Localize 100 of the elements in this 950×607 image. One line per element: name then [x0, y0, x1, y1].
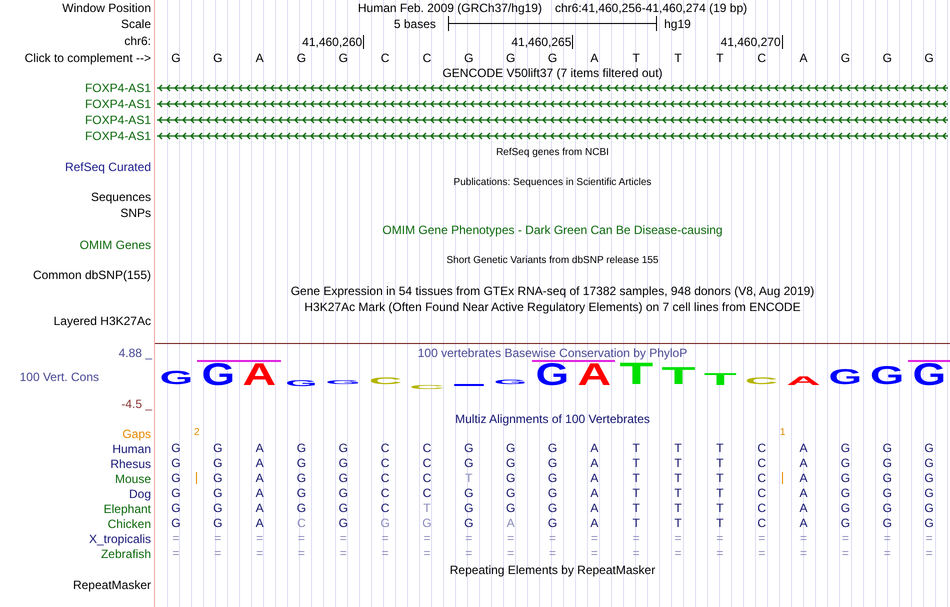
- aligned-base: T: [716, 471, 724, 485]
- logo-letter: G: [536, 363, 570, 386]
- aligned-base: T: [632, 516, 640, 530]
- aligned-base: A: [590, 456, 598, 470]
- base-letter: G: [840, 50, 850, 64]
- track-title: H3K27Ac Mark (Often Found Near Active Regulatory Elements) on 7 cell lines from ENCODE: [304, 300, 801, 314]
- position-range: chr6:41,460,256-41,460,274 (19 bp): [554, 0, 748, 14]
- base-letter: C: [380, 50, 390, 64]
- aligned-base: =: [507, 546, 514, 560]
- aligned-base: T: [465, 471, 472, 485]
- base-letter: T: [632, 50, 640, 64]
- aligned-base: =: [548, 531, 556, 545]
- aligned-base: G: [338, 486, 348, 500]
- aligned-base: G: [924, 456, 934, 470]
- aligned-base: =: [674, 531, 682, 545]
- aligned-base: =: [340, 546, 347, 560]
- aligned-base: A: [800, 471, 808, 485]
- aligned-base: G: [840, 441, 850, 455]
- aligned-base: G: [506, 486, 516, 500]
- aligned-base: G: [296, 501, 306, 515]
- logo-letter: A: [242, 363, 276, 386]
- aligned-base: G: [548, 441, 558, 455]
- aligned-base: G: [296, 456, 306, 470]
- base-letter: G: [338, 50, 348, 64]
- aligned-base: C: [380, 501, 390, 515]
- aligned-base: =: [926, 531, 933, 545]
- aligned-base: =: [716, 546, 724, 560]
- aligned-base: A: [590, 501, 598, 515]
- row-label: Window Position: [62, 0, 151, 14]
- aligned-base: G: [840, 501, 850, 515]
- track-label: Layered H3K27Ac: [54, 314, 151, 328]
- aligned-base: =: [465, 531, 472, 545]
- gene-label: FOXP4-AS1: [84, 113, 151, 127]
- aligned-base: G: [840, 456, 850, 470]
- aligned-base: C: [422, 456, 432, 470]
- aligned-base: A: [506, 516, 515, 530]
- aligned-base: G: [882, 456, 892, 470]
- aligned-base: T: [632, 441, 640, 455]
- axis-label: 4.88 _: [118, 346, 152, 360]
- gene-label: FOXP4-AS1: [84, 81, 151, 95]
- base-letter: C: [422, 50, 432, 64]
- complement-link[interactable]: Click to complement -->: [24, 50, 151, 64]
- row-label: Scale: [120, 16, 151, 30]
- aligned-base: G: [882, 486, 892, 500]
- aligned-base: =: [758, 546, 766, 560]
- track-title: Short Genetic Variants from dbSNP release 155: [446, 254, 658, 268]
- row-label: chr6:: [124, 34, 151, 48]
- track-label: Common dbSNP(155): [32, 268, 151, 282]
- aligned-base: A: [256, 441, 264, 455]
- gene-feature[interactable]: [155, 98, 950, 110]
- aligned-base: G: [548, 471, 558, 485]
- aligned-base: G: [213, 471, 222, 485]
- aligned-base: =: [298, 546, 305, 560]
- logo-letter: G: [285, 380, 318, 386]
- aligned-base: G: [548, 516, 558, 530]
- aligned-base: =: [590, 546, 598, 560]
- gene-feature[interactable]: [155, 82, 950, 94]
- aligned-base: G: [464, 486, 474, 500]
- aligned-base: G: [213, 501, 222, 515]
- base-letter: C: [757, 50, 766, 64]
- species-label: Rhesus: [110, 456, 151, 470]
- aligned-base: =: [172, 531, 180, 545]
- aligned-base: C: [297, 516, 306, 530]
- track-label: Sequences: [90, 190, 151, 204]
- assembly-label: hg19: [664, 16, 691, 30]
- aligned-base: =: [926, 546, 933, 560]
- gene-feature[interactable]: [155, 114, 950, 126]
- species-label: Mouse: [114, 472, 151, 486]
- aligned-base: G: [548, 456, 558, 470]
- aligned-base: G: [338, 471, 348, 485]
- aligned-base: T: [674, 471, 682, 485]
- aligned-base: G: [464, 441, 474, 455]
- base-letter: G: [506, 50, 516, 64]
- aligned-base: T: [674, 501, 682, 515]
- aligned-base: T: [716, 501, 724, 515]
- aligned-base: G: [422, 516, 432, 530]
- aligned-base: =: [674, 546, 682, 560]
- aligned-base: =: [507, 531, 514, 545]
- aligned-base: G: [840, 516, 850, 530]
- base-letter: G: [924, 50, 934, 64]
- track-label: Gaps: [122, 426, 151, 440]
- aligned-base: C: [757, 471, 766, 485]
- aligned-base: T: [716, 486, 724, 500]
- base-letter: G: [171, 50, 181, 64]
- base-letter: G: [213, 50, 222, 64]
- aligned-base: G: [506, 501, 516, 515]
- aligned-base: C: [380, 441, 390, 455]
- base-letter: T: [674, 50, 682, 64]
- aligned-base: C: [757, 486, 766, 500]
- aligned-base: A: [800, 456, 808, 470]
- assembly-name: Human Feb. 2009 (GRCh37/hg19): [358, 0, 542, 14]
- gene-feature[interactable]: [155, 130, 950, 142]
- aligned-base: G: [506, 441, 516, 455]
- aligned-base: A: [256, 471, 264, 485]
- aligned-base: G: [464, 456, 474, 470]
- aligned-base: T: [632, 456, 640, 470]
- aligned-base: G: [213, 486, 222, 500]
- aligned-base: G: [506, 456, 516, 470]
- aligned-base: G: [338, 456, 348, 470]
- logo-letter: G: [870, 367, 904, 386]
